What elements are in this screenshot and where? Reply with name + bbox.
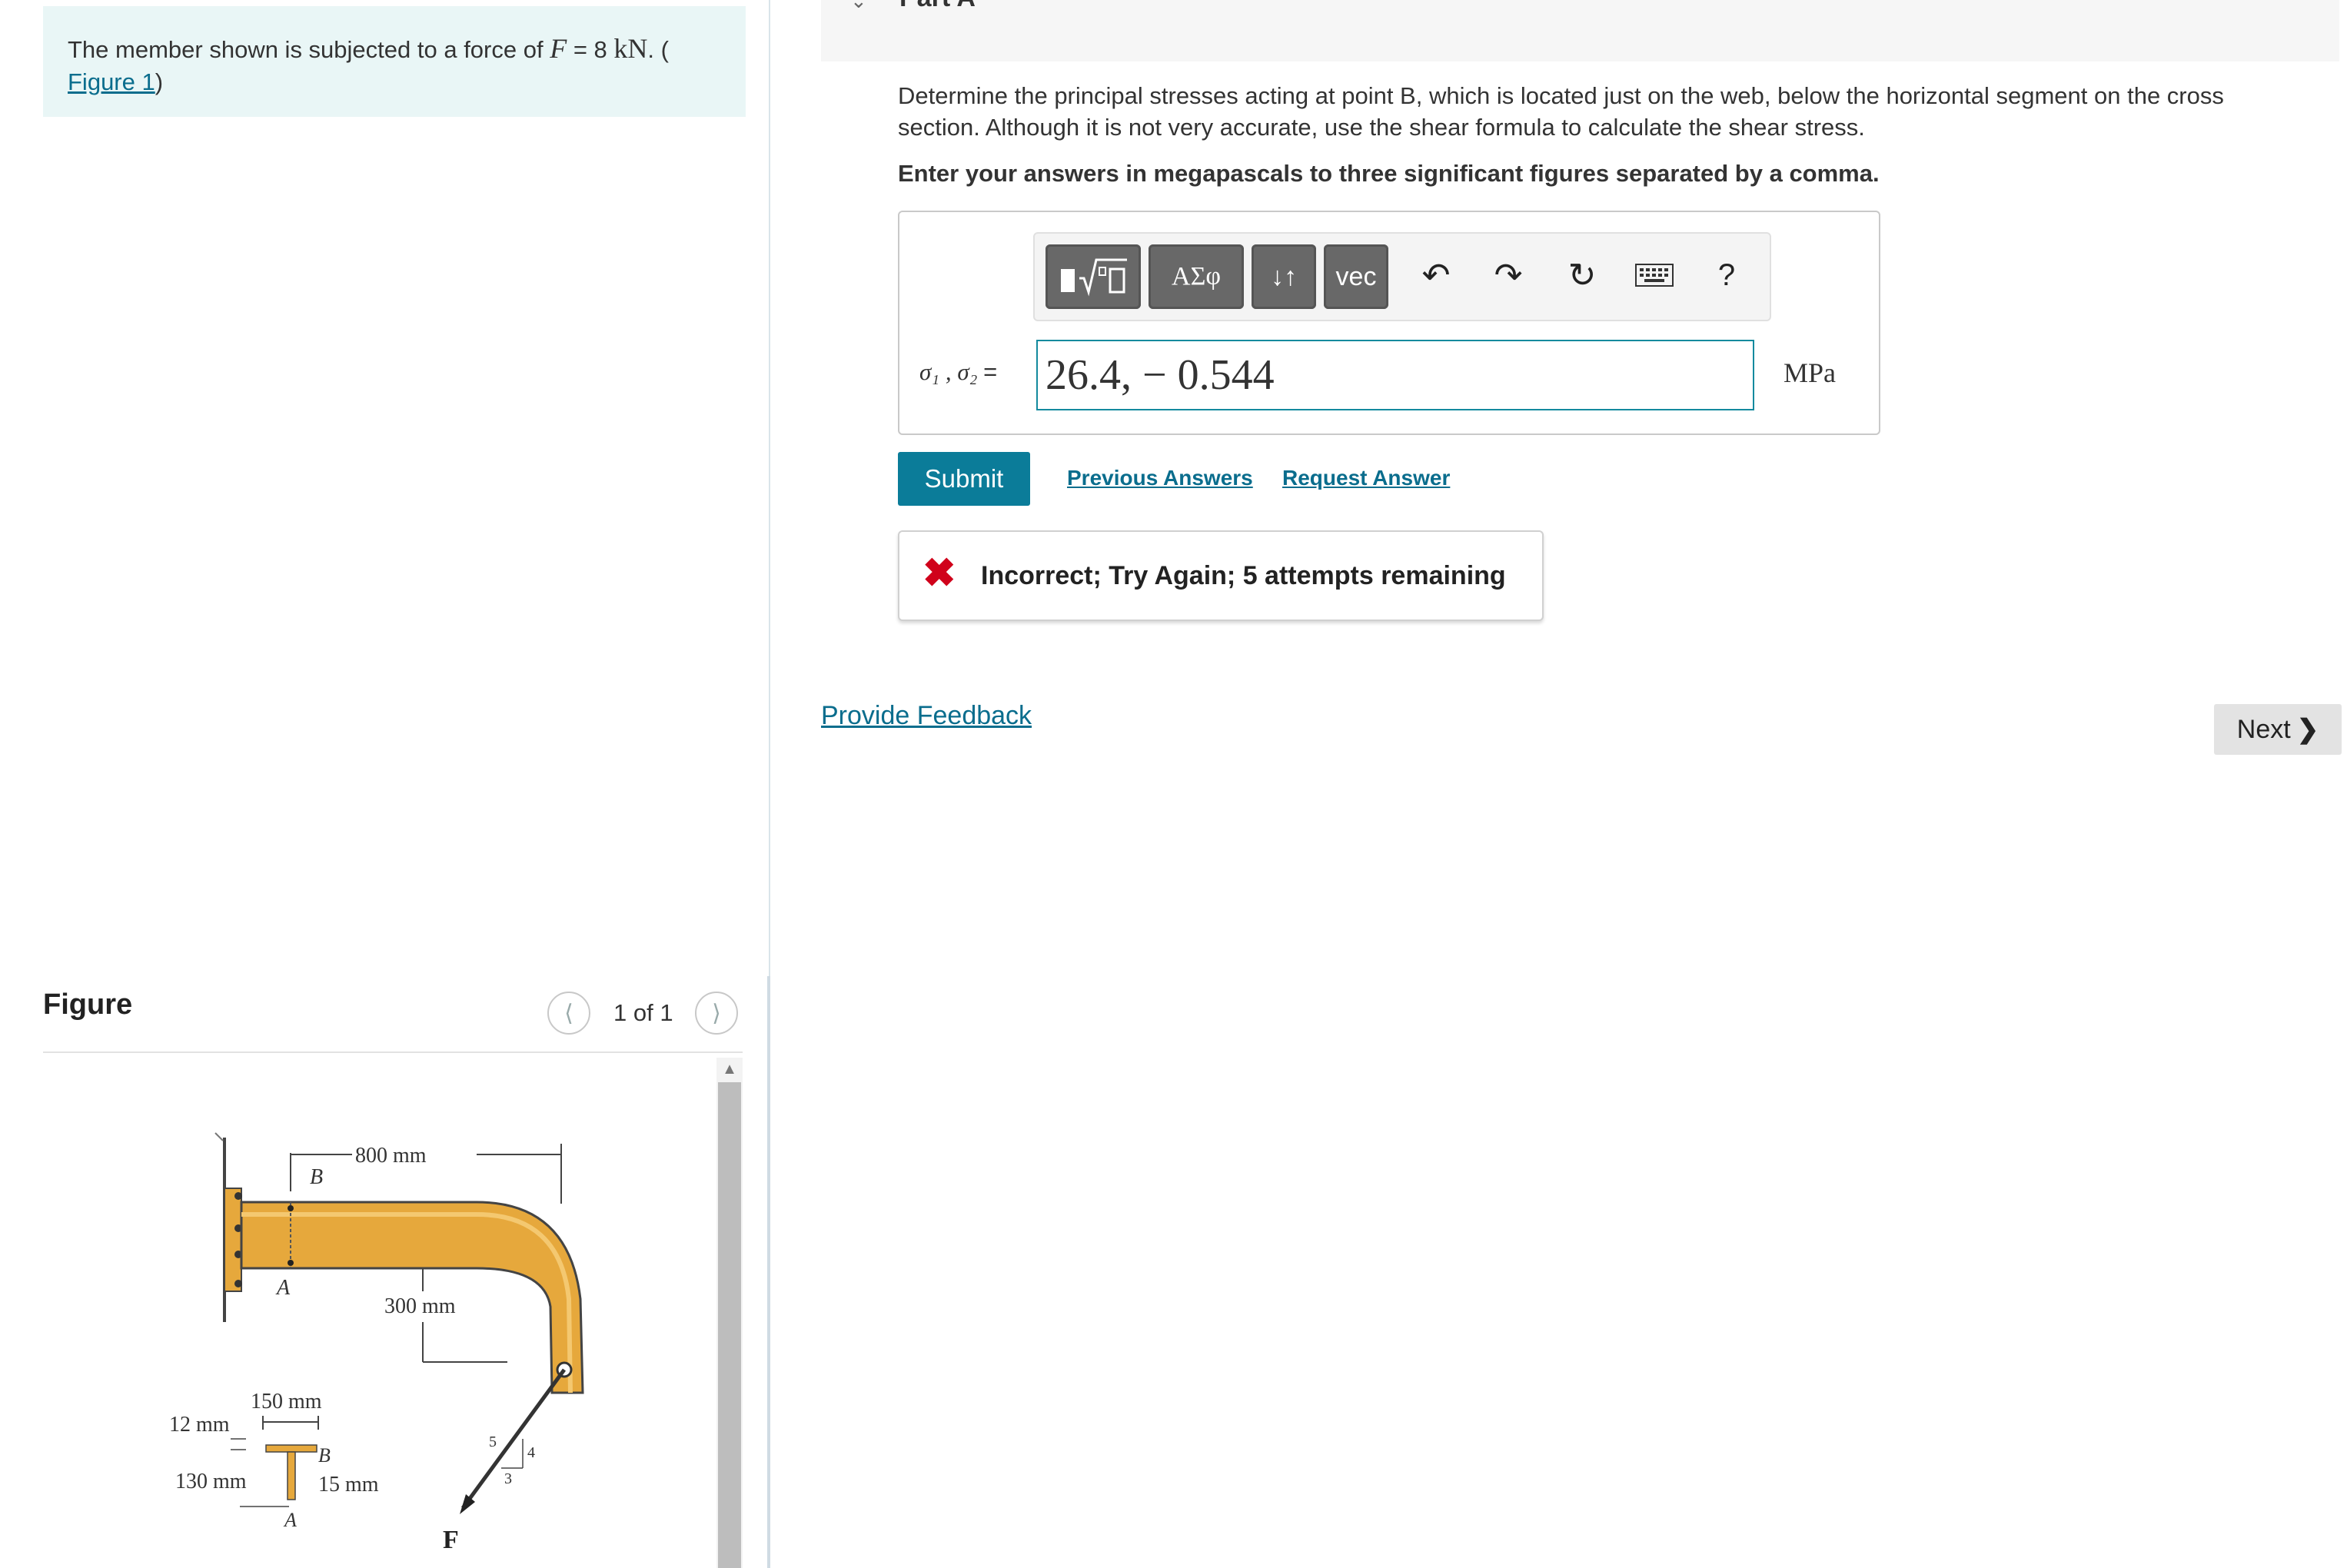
dim-130: 130 mm xyxy=(175,1470,247,1493)
label-a: A xyxy=(275,1276,291,1300)
section-flange xyxy=(265,1444,317,1453)
bolt-icon xyxy=(234,1280,242,1287)
templates-button[interactable] xyxy=(1046,244,1141,309)
point-b-marker xyxy=(288,1205,294,1211)
force-unit: kN xyxy=(613,33,648,64)
redo-icon[interactable]: ↷ xyxy=(1484,251,1533,300)
question-text: Determine the principal stresses acting … xyxy=(898,82,2224,141)
chevron-right-icon: ❯ xyxy=(2296,715,2319,744)
figure-title: Figure xyxy=(43,988,133,1021)
submit-button[interactable]: Submit xyxy=(898,452,1030,506)
problem-close-paren: ) xyxy=(155,68,164,95)
label-a-section: A xyxy=(283,1509,297,1531)
feedback-box: ✖ Incorrect; Try Again; 5 attempts remai… xyxy=(898,530,1544,621)
error-x-icon: ✖ xyxy=(923,551,956,596)
wall-hatch xyxy=(214,1132,224,1141)
problem-text-after: . ( xyxy=(647,36,669,63)
panel-divider-lower xyxy=(767,976,770,1568)
force-arrow xyxy=(460,1368,567,1510)
scroll-up-arrow-icon[interactable]: ▲ xyxy=(720,1059,740,1079)
problem-equals: = 8 xyxy=(567,36,614,63)
figure-scrollbar-thumb[interactable] xyxy=(718,1082,741,1568)
dim-800: 800 mm xyxy=(355,1144,427,1168)
vec-button[interactable]: vec xyxy=(1324,244,1388,309)
label-f: F xyxy=(443,1526,459,1554)
section-web xyxy=(287,1451,296,1500)
undo-icon[interactable]: ↶ xyxy=(1411,251,1461,300)
feedback-text: Incorrect; Try Again; 5 attempts remaini… xyxy=(981,561,1506,590)
request-answer-link[interactable]: Request Answer xyxy=(1282,466,1450,490)
next-label: Next xyxy=(2236,714,2291,744)
greek-button[interactable]: ΑΣφ xyxy=(1149,244,1244,309)
instruction-text: Enter your answers in megapascals to thr… xyxy=(898,160,1880,187)
point-a-marker xyxy=(288,1260,294,1266)
answer-label: σ₁ , σ₂ = xyxy=(919,358,997,386)
dim-12: 12 mm xyxy=(169,1413,230,1437)
bolt-icon xyxy=(234,1192,242,1200)
dim-300: 300 mm xyxy=(384,1294,456,1318)
answer-input[interactable]: 26.4, − 0.544 xyxy=(1036,340,1754,410)
dim-150: 150 mm xyxy=(251,1390,322,1414)
label-b: B xyxy=(310,1165,323,1189)
member-figure: B A 800 mm 300 mm F 5 4 3 150 mm 12 mm B… xyxy=(169,1132,584,1554)
figure-divider xyxy=(43,1051,743,1053)
chevron-right-icon: ⟩ xyxy=(712,1000,721,1026)
part-header[interactable]: ⌄ Part A xyxy=(821,0,2339,61)
pager-text: 1 of 1 xyxy=(613,999,673,1026)
mounting-plate xyxy=(224,1188,242,1292)
provide-feedback-link[interactable]: Provide Feedback xyxy=(821,701,1032,731)
slope-3: 3 xyxy=(504,1470,512,1487)
dim-15: 15 mm xyxy=(318,1473,379,1497)
previous-answers-link[interactable]: Previous Answers xyxy=(1067,466,1253,490)
figure-link[interactable]: Figure 1 xyxy=(68,68,155,95)
chevron-down-icon: ⌄ xyxy=(850,0,867,12)
arrows-button[interactable]: ↓↑ xyxy=(1252,244,1316,309)
label-b-section: B xyxy=(318,1444,331,1467)
sigma-label: σ₁ , σ₂ xyxy=(919,358,978,385)
problem-statement: The member shown is subjected to a force… xyxy=(43,6,746,117)
slope-4: 4 xyxy=(527,1444,535,1461)
reset-icon[interactable]: ↻ xyxy=(1557,251,1607,300)
keyboard-icon[interactable] xyxy=(1630,251,1679,300)
templates-icon xyxy=(1061,258,1127,297)
prev-figure-button[interactable]: ⟨ xyxy=(547,992,590,1035)
force-variable: F xyxy=(550,33,567,64)
part-title: Part A xyxy=(899,0,976,13)
help-button[interactable]: ? xyxy=(1702,251,1751,300)
math-toolbar: ΑΣφ ↓↑ vec ↶ ↷ ↻ ? xyxy=(1033,232,1771,321)
next-button[interactable]: Next ❯ xyxy=(2214,704,2342,755)
chevron-left-icon: ⟨ xyxy=(564,1000,573,1026)
slope-5: 5 xyxy=(489,1433,497,1450)
unit-label: MPa xyxy=(1784,357,1837,388)
equals-label: = xyxy=(983,358,998,385)
next-figure-button[interactable]: ⟩ xyxy=(695,992,738,1035)
problem-text: The member shown is subjected to a force… xyxy=(68,36,550,63)
